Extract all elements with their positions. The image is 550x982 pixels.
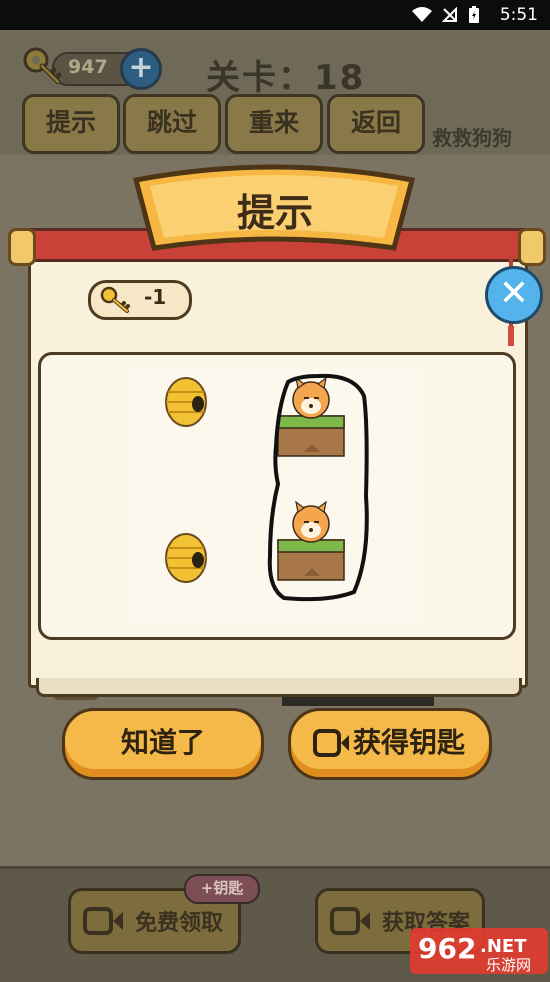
get-keys-label: 获得钥匙 [353,726,466,759]
wifi-icon [412,7,432,22]
plus-key-badge: +钥匙 [184,874,260,904]
watermark-logo: 962 .NET 乐游网 [410,926,548,976]
beehive-icon [165,533,207,583]
signal-off-icon [442,7,457,22]
dialog-title: 提示 [236,191,313,235]
get-keys-button[interactable]: 获得钥匙 [288,708,492,780]
watermark-number: 962 [418,932,476,965]
close-button[interactable]: ✕ [485,266,543,324]
level-label: 关卡：18 [206,58,366,98]
free-claim-label: 免费领取 [135,911,224,936]
watermark-subtitle: 乐游网 [486,956,531,974]
hint-cost-pill [88,280,192,320]
video-icon [83,907,123,935]
hint-button[interactable]: 提示 [22,94,120,154]
skip-button[interactable]: 跳过 [123,94,221,154]
hint-image [128,366,422,620]
video-icon [330,907,370,935]
status-bar: 5:51 [0,0,550,30]
add-keys-button[interactable]: + [120,48,162,90]
video-icon [313,729,349,757]
battery-icon [469,6,479,23]
dialog-scroll-lip [36,678,522,697]
game-name: 救救狗狗 [432,126,512,150]
hint-cost: -1 [144,285,167,309]
watermark-suffix: .NET [480,936,527,957]
key-count: 947 [68,56,108,78]
back-button[interactable]: 返回 [327,94,425,154]
key-icon [23,47,62,85]
status-icons [412,6,480,24]
restart-button[interactable]: 重来 [225,94,323,154]
status-time: 5:51 [499,5,538,25]
beehive-icon [165,377,207,427]
confirm-button[interactable]: 知道了 [62,708,264,780]
key-icon [100,286,130,313]
